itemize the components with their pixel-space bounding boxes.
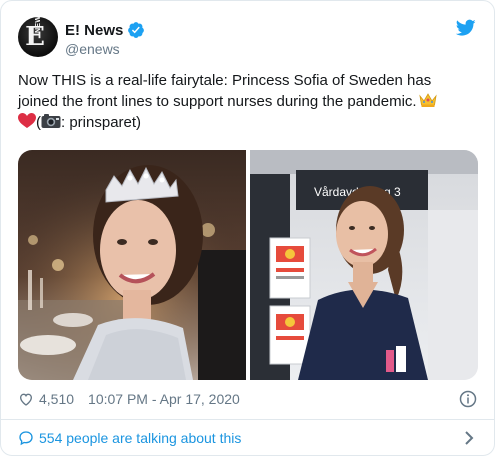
tweet-text-line: Now THIS is a real-life fairytale: Princ… bbox=[18, 72, 432, 89]
divider bbox=[1, 419, 494, 420]
heart-icon[interactable] bbox=[18, 391, 34, 407]
chevron-right-icon[interactable] bbox=[464, 431, 474, 445]
crown-emoji-icon bbox=[418, 93, 437, 107]
photo-grid: Vårdavdelning 3 bbox=[18, 150, 478, 380]
twitter-bird-icon[interactable] bbox=[456, 19, 476, 37]
photo-princess-gala[interactable] bbox=[18, 150, 246, 380]
author-name[interactable]: E! News bbox=[65, 22, 123, 39]
camera-emoji-icon bbox=[41, 114, 61, 128]
tweet-embed-card[interactable]: E NEWS E! News @enews Now THIS is a real… bbox=[0, 0, 495, 456]
tweet-photos[interactable]: Vårdavdelning 3 bbox=[18, 150, 478, 380]
tweet-text: Now THIS is a real-life fairytale: Princ… bbox=[18, 70, 480, 133]
author-name-row[interactable]: E! News bbox=[65, 21, 145, 39]
tweet-meta: 4,510 10:07 PM - Apr 17, 2020 bbox=[18, 389, 478, 409]
author-handle[interactable]: @enews bbox=[65, 41, 120, 57]
talking-about-text[interactable]: 554 people are talking about this bbox=[39, 430, 241, 446]
photo-princess-hospital[interactable]: Vårdavdelning 3 bbox=[250, 150, 478, 380]
tweet-timestamp[interactable]: 10:07 PM - Apr 17, 2020 bbox=[88, 391, 240, 407]
red-heart-emoji-icon bbox=[18, 113, 36, 128]
speech-bubble-icon bbox=[19, 431, 33, 446]
tweet-text-line: joined the front lines to support nurses… bbox=[18, 91, 480, 112]
tweet-text-line: ( : prinsparet) bbox=[18, 112, 480, 133]
info-icon[interactable] bbox=[459, 390, 477, 408]
tweet-header: E NEWS E! News @enews bbox=[18, 17, 478, 61]
like-count[interactable]: 4,510 bbox=[39, 391, 74, 407]
talking-about-link[interactable]: 554 people are talking about this bbox=[18, 428, 478, 448]
avatar[interactable]: E NEWS bbox=[18, 17, 58, 57]
verified-badge-icon bbox=[128, 22, 145, 38]
